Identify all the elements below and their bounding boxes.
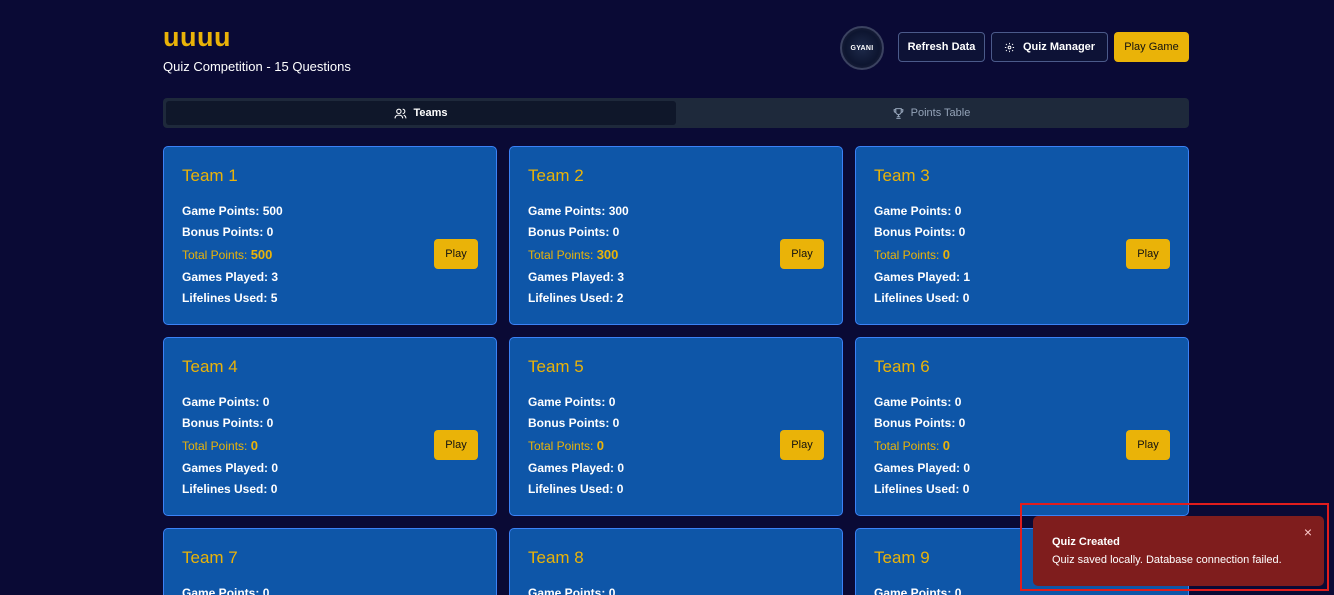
team-name: Team 1: [182, 166, 238, 185]
close-icon[interactable]: ×: [1304, 524, 1312, 540]
total-points: Total Points: 300: [528, 247, 619, 262]
team-card: Team 5 Game Points: 0 Bonus Points: 0 To…: [509, 337, 843, 516]
games-played: Games Played: 3: [528, 270, 625, 284]
game-points: Game Points: 300: [528, 204, 629, 218]
game-points: Game Points: 0: [182, 395, 270, 409]
lifelines-used: Lifelines Used: 2: [528, 291, 624, 305]
team-card: Team 6 Game Points: 0 Bonus Points: 0 To…: [855, 337, 1189, 516]
lifelines-used: Lifelines Used: 0: [528, 482, 624, 496]
games-played: Games Played: 0: [182, 461, 279, 475]
game-points: Game Points: 500: [182, 204, 283, 218]
lifelines-used: Lifelines Used: 0: [874, 291, 970, 305]
game-points: Game Points: 0: [528, 586, 616, 595]
bonus-points: Bonus Points: 0: [528, 416, 620, 430]
games-played: Games Played: 0: [528, 461, 625, 475]
quiz-manager-button[interactable]: Quiz Manager: [991, 32, 1108, 62]
bonus-points: Bonus Points: 0: [874, 416, 966, 430]
games-played: Games Played: 1: [874, 270, 971, 284]
total-points: Total Points: 0: [182, 438, 258, 453]
team-play-button[interactable]: Play: [434, 239, 478, 269]
play-game-button[interactable]: Play Game: [1114, 32, 1189, 62]
team-play-button[interactable]: Play: [780, 239, 824, 269]
lifelines-used: Lifelines Used: 5: [182, 291, 278, 305]
team-play-button[interactable]: Play: [1126, 430, 1170, 460]
game-points: Game Points: 0: [874, 204, 962, 218]
quiz-subtitle: Quiz Competition - 15 Questions: [163, 59, 351, 74]
trophy-icon: [892, 107, 905, 120]
total-points: Total Points: 0: [874, 438, 950, 453]
quiz-dashboard: uuuu Quiz Competition - 15 Questions GYA…: [0, 0, 1334, 595]
total-points: Total Points: 0: [874, 247, 950, 262]
game-points: Game Points: 0: [874, 395, 962, 409]
logo-badge: GYANI: [840, 26, 884, 70]
team-name: Team 5: [528, 357, 584, 376]
users-icon: [394, 107, 407, 120]
game-points: Game Points: 0: [528, 395, 616, 409]
play-game-label: Play Game: [1124, 41, 1179, 53]
bonus-points: Bonus Points: 0: [182, 225, 274, 239]
team-card: Team 7 Game Points: 0: [163, 528, 497, 595]
team-name: Team 3: [874, 166, 930, 185]
team-name: Team 6: [874, 357, 930, 376]
game-points: Game Points: 0: [182, 586, 270, 595]
games-played: Games Played: 0: [874, 461, 971, 475]
team-card: Team 2 Game Points: 300 Bonus Points: 0 …: [509, 146, 843, 325]
bonus-points: Bonus Points: 0: [528, 225, 620, 239]
team-card: Team 4 Game Points: 0 Bonus Points: 0 To…: [163, 337, 497, 516]
games-played: Games Played: 3: [182, 270, 279, 284]
lifelines-used: Lifelines Used: 0: [182, 482, 278, 496]
team-play-button[interactable]: Play: [1126, 239, 1170, 269]
lifelines-used: Lifelines Used: 0: [874, 482, 970, 496]
tab-teams[interactable]: Teams: [166, 101, 676, 125]
team-name: Team 7: [182, 548, 238, 567]
team-name: Team 2: [528, 166, 584, 185]
tab-teams-label: Teams: [413, 107, 448, 119]
total-points: Total Points: 0: [528, 438, 604, 453]
toast-message: Quiz saved locally. Database connection …: [1052, 554, 1282, 566]
quiz-title: uuuu: [163, 22, 231, 52]
bonus-points: Bonus Points: 0: [874, 225, 966, 239]
error-toast: Quiz Created Quiz saved locally. Databas…: [1033, 516, 1324, 586]
tab-points-table[interactable]: Points Table: [676, 101, 1186, 125]
refresh-data-label: Refresh Data: [907, 41, 976, 53]
team-play-button[interactable]: Play: [780, 430, 824, 460]
logo-text: GYANI: [850, 44, 874, 52]
tab-bar: Teams Points Table: [163, 98, 1189, 128]
refresh-data-button[interactable]: Refresh Data: [898, 32, 985, 62]
bonus-points: Bonus Points: 0: [182, 416, 274, 430]
team-play-button[interactable]: Play: [434, 430, 478, 460]
toast-title: Quiz Created: [1052, 536, 1120, 548]
tab-points-table-label: Points Table: [910, 107, 971, 119]
team-card: Team 8 Game Points: 0: [509, 528, 843, 595]
team-card: Team 1 Game Points: 500 Bonus Points: 0 …: [163, 146, 497, 325]
total-points: Total Points: 500: [182, 247, 273, 262]
gear-icon: [1004, 42, 1015, 53]
team-card: Team 3 Game Points: 0 Bonus Points: 0 To…: [855, 146, 1189, 325]
team-name: Team 9: [874, 548, 930, 567]
game-points: Game Points: 0: [874, 586, 962, 595]
quiz-manager-label: Quiz Manager: [1022, 41, 1096, 53]
team-name: Team 4: [182, 357, 238, 376]
team-name: Team 8: [528, 548, 584, 567]
